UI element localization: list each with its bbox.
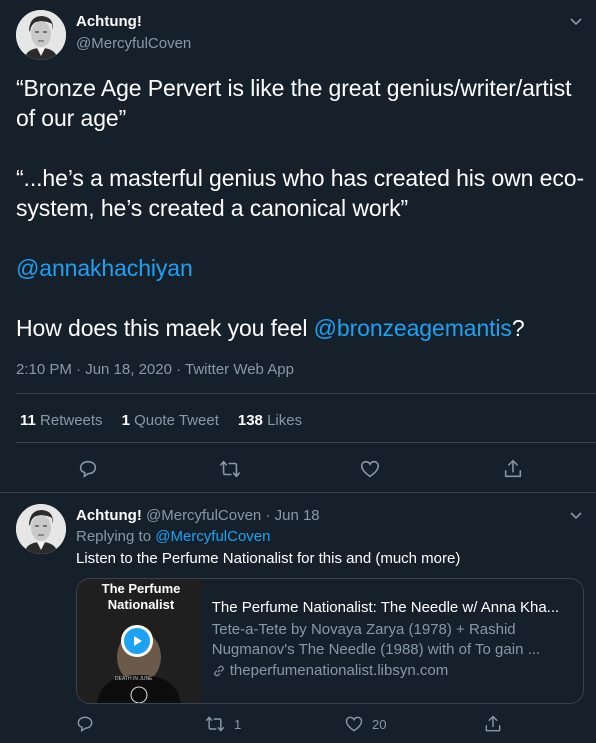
reply-avatar[interactable] — [16, 504, 66, 554]
share-button[interactable] — [502, 458, 524, 480]
retweet-button[interactable] — [218, 458, 242, 480]
mention-link[interactable]: @annakhachiyan — [16, 253, 586, 283]
avatar[interactable] — [16, 10, 66, 60]
author-handle[interactable]: @MercyfulCoven — [76, 35, 191, 52]
tweet-timestamp[interactable]: 2:10 PM · Jun 18, 2020 · Twitter Web App — [16, 361, 294, 378]
thumbnail-shirt-text: DEATH IN JUNE — [115, 676, 153, 682]
quotes-label: Quote Tweet — [134, 412, 219, 429]
likes-label: Likes — [267, 412, 303, 429]
card-thumbnail: The Perfume Nationalist DEATH IN JUNE — [77, 579, 202, 703]
chevron-down-icon[interactable] — [566, 505, 586, 525]
retweet-count: 1 — [234, 716, 242, 732]
quotes-count: 1 — [121, 412, 130, 429]
link-card[interactable]: The Perfume Nationalist DEATH IN JUNE Th… — [76, 578, 584, 704]
tweet-paragraph: How does this maek you feel @bronzeagema… — [16, 313, 586, 343]
replying-to-link[interactable]: @MercyfulCoven — [155, 528, 270, 545]
reply-icon — [79, 460, 97, 478]
card-domain-text: theperfumenationalist.libsyn.com — [229, 662, 449, 679]
card-domain: theperfumenationalist.libsyn.com — [212, 662, 571, 679]
replying-to: Replying to @MercyfulCoven — [76, 528, 270, 545]
card-description: Tete-a-Tete by Novaya Zarya (1978) + Ras… — [211, 621, 541, 658]
tweet-text-span: How does this maek you feel — [16, 315, 314, 341]
avatar-image — [16, 504, 66, 554]
reply-text: Listen to the Perfume Nationalist for th… — [76, 550, 461, 567]
reply-button[interactable] — [77, 458, 99, 480]
share-icon — [504, 459, 522, 478]
reply-author-name[interactable]: Achtung! — [76, 507, 142, 524]
avatar-image — [16, 10, 66, 60]
reply-share-button[interactable] — [483, 714, 503, 734]
mention-link[interactable]: @bronzeagemantis — [314, 315, 512, 341]
divider — [16, 393, 596, 394]
retweet-icon — [220, 460, 240, 478]
retweets-stat[interactable]: 11 Retweets — [20, 412, 103, 429]
reply-icon — [77, 716, 93, 733]
retweets-count: 11 — [20, 412, 36, 429]
reply-header: Achtung! @MercyfulCoven · Jun 18 — [76, 507, 320, 524]
thumbnail-title: The Perfume Nationalist — [101, 581, 181, 612]
reply-like-button[interactable]: 20 — [344, 714, 386, 734]
share-icon — [485, 715, 501, 732]
tweet-paragraph: “...he’s a masterful genius who has crea… — [16, 165, 584, 221]
divider — [0, 492, 596, 493]
divider — [16, 442, 596, 443]
like-count: 20 — [372, 716, 387, 732]
card-title: The Perfume Nationalist: The Needle w/ A… — [211, 599, 560, 616]
retweets-label: Retweets — [40, 412, 103, 429]
tweet-text: “Bronze Age Pervert is like the great ge… — [16, 73, 586, 343]
reply-reply-button[interactable] — [75, 714, 95, 734]
tweet-text-span: ? — [511, 315, 525, 341]
like-icon — [345, 716, 363, 732]
author-name[interactable]: Achtung! — [76, 13, 142, 30]
play-icon[interactable] — [121, 625, 153, 657]
tweet-paragraph: “Bronze Age Pervert is like the great ge… — [16, 75, 572, 131]
chevron-down-icon[interactable] — [566, 11, 586, 31]
separator-dot: · — [265, 507, 271, 524]
likes-count: 138 — [237, 412, 263, 429]
stats-row: 11 Retweets 1 Quote Tweet 138 Likes — [20, 412, 302, 429]
reply-retweet-button[interactable]: 1 — [204, 714, 241, 734]
retweet-icon — [205, 716, 225, 732]
link-icon — [213, 665, 224, 676]
replying-to-label: Replying to — [76, 528, 152, 545]
reply-date[interactable]: Jun 18 — [275, 507, 320, 524]
like-icon — [360, 460, 380, 478]
quotes-stat[interactable]: 1 Quote Tweet — [122, 412, 219, 429]
like-button[interactable] — [359, 458, 381, 480]
likes-stat[interactable]: 138 Likes — [238, 412, 302, 429]
reply-author-handle[interactable]: @MercyfulCoven — [146, 507, 261, 524]
